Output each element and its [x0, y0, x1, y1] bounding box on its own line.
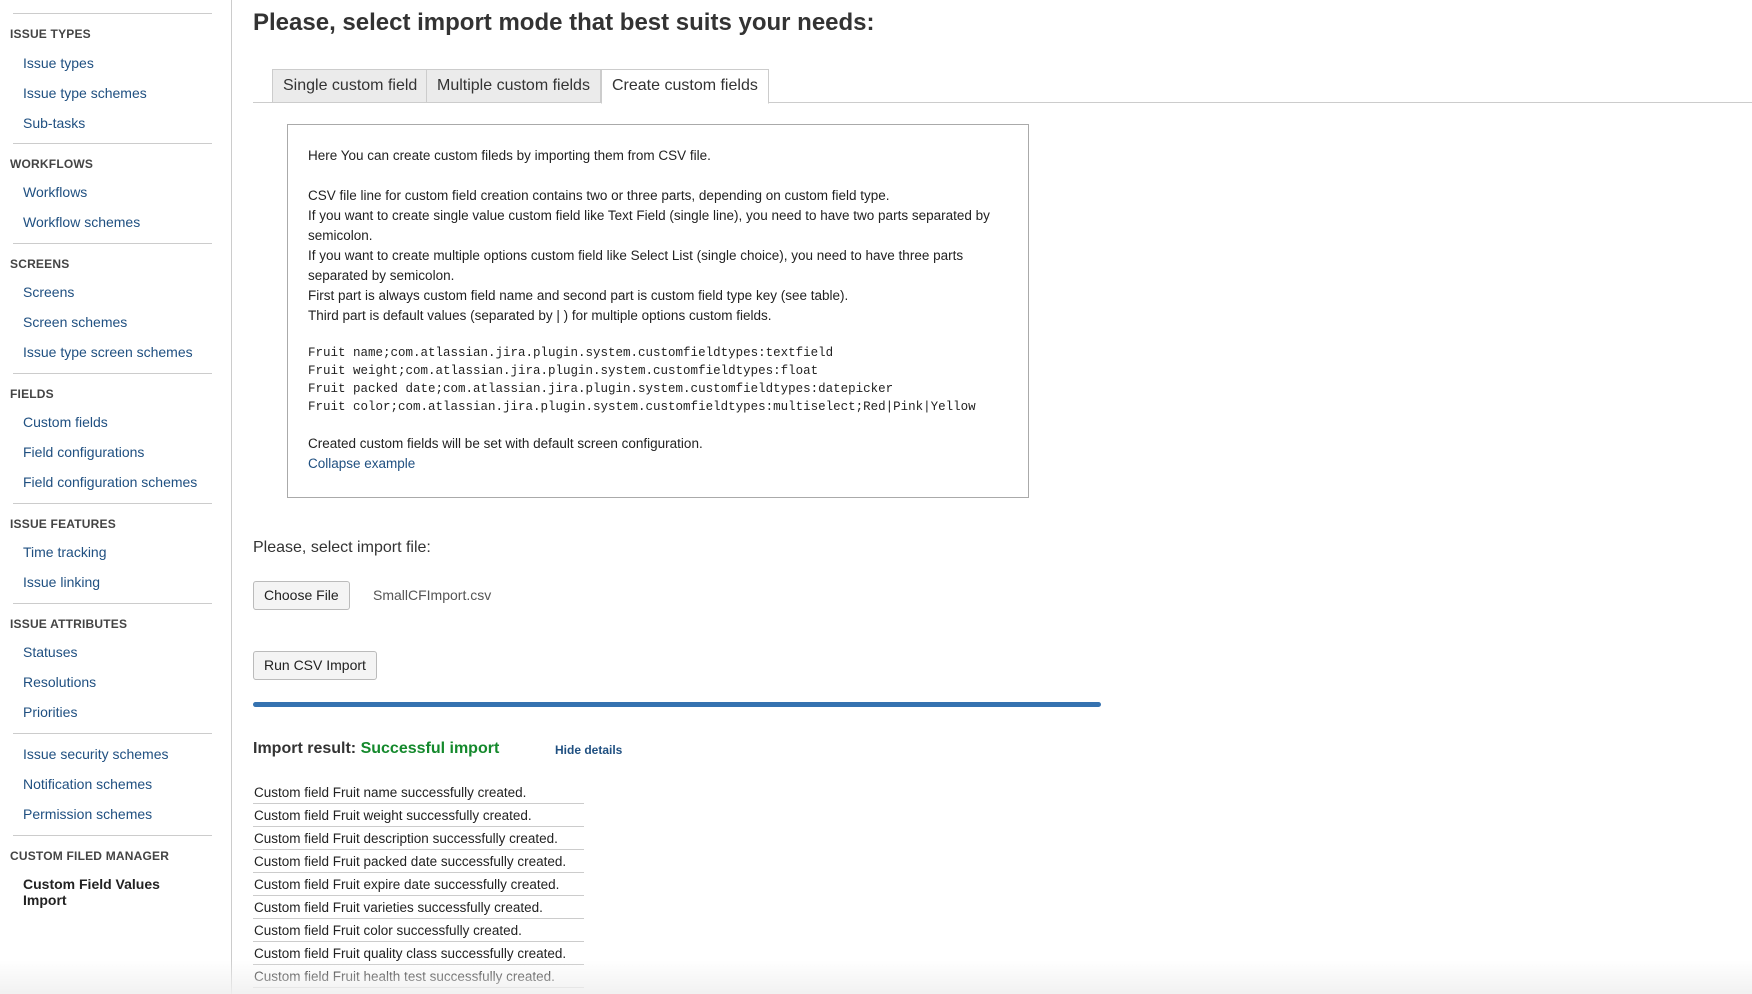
sidebar-divider	[13, 733, 212, 734]
result-message: Custom field Fruit health test successfu…	[253, 966, 584, 988]
sidebar-item-permission-schemes[interactable]: Permission schemes	[23, 806, 152, 822]
sidebar-item-issue-types[interactable]: Issue types	[23, 55, 94, 71]
code-line: Fruit weight;com.atlassian.jira.plugin.s…	[308, 364, 819, 378]
sidebar-heading-issue-features: ISSUE FEATURES	[10, 517, 116, 531]
run-csv-import-button[interactable]: Run CSV Import	[253, 651, 377, 680]
sidebar-heading-workflows: WORKFLOWS	[10, 157, 94, 171]
sidebar-item-custom-fields[interactable]: Custom fields	[23, 414, 108, 430]
result-message: Custom field Fruit weight successfully c…	[253, 805, 584, 827]
csv-example-code: Fruit name;com.atlassian.jira.plugin.sys…	[308, 344, 1008, 416]
sidebar-item-statuses[interactable]: Statuses	[23, 644, 77, 660]
import-result-list: Custom field Fruit name successfully cre…	[253, 782, 584, 989]
sidebar-top-divider	[13, 13, 212, 14]
sidebar-item-notification-schemes[interactable]: Notification schemes	[23, 776, 152, 792]
sidebar-item-screen-schemes[interactable]: Screen schemes	[23, 314, 127, 330]
instructions-footer: Created custom fields will be set with d…	[308, 436, 703, 451]
choose-file-button[interactable]: Choose File	[253, 581, 350, 610]
instructions-line: Third part is default values (separated …	[308, 308, 772, 323]
sidebar-divider	[13, 503, 212, 504]
admin-sidebar: ISSUE TYPES Issue types Issue type schem…	[0, 0, 232, 994]
tab-create-custom-fields[interactable]: Create custom fields	[601, 69, 769, 104]
sidebar-heading-fields: FIELDS	[10, 387, 54, 401]
import-progress-bar	[253, 702, 1101, 707]
code-line: Fruit color;com.atlassian.jira.plugin.sy…	[308, 400, 976, 414]
instructions-line: CSV file line for custom field creation …	[308, 188, 890, 203]
result-message: Custom field Fruit color successfully cr…	[253, 920, 584, 942]
result-message: Custom field Fruit name successfully cre…	[253, 782, 584, 804]
sidebar-heading-issue-types: ISSUE TYPES	[10, 27, 91, 41]
page-title: Please, select import mode that best sui…	[253, 9, 875, 36]
sidebar-divider	[13, 835, 212, 836]
instructions-line: First part is always custom field name a…	[308, 288, 849, 303]
sidebar-divider	[13, 143, 212, 144]
import-progress-fill	[253, 702, 1101, 707]
result-message: Custom field Fruit packed date successfu…	[253, 851, 584, 873]
sidebar-item-issue-linking[interactable]: Issue linking	[23, 574, 100, 590]
hide-details-link[interactable]: Hide details	[555, 743, 622, 757]
sidebar-item-sub-tasks[interactable]: Sub-tasks	[23, 115, 85, 131]
collapse-example-link[interactable]: Collapse example	[308, 456, 415, 471]
sidebar-heading-screens: SCREENS	[10, 257, 70, 271]
import-result-status: Successful import	[360, 740, 500, 757]
sidebar-item-workflows[interactable]: Workflows	[23, 184, 87, 200]
sidebar-item-resolutions[interactable]: Resolutions	[23, 674, 96, 690]
sidebar-item-time-tracking[interactable]: Time tracking	[23, 544, 107, 560]
sidebar-heading-custom-filed-manager: CUSTOM FILED MANAGER	[10, 849, 170, 863]
sidebar-item-issue-security-schemes[interactable]: Issue security schemes	[23, 746, 169, 762]
sidebar-heading-issue-attributes: ISSUE ATTRIBUTES	[10, 617, 128, 631]
sidebar-item-custom-field-values-import[interactable]: Custom Field Values Import	[23, 876, 173, 908]
result-message: Custom field Fruit description successfu…	[253, 828, 584, 850]
import-result: Import result: Successful import	[253, 740, 499, 758]
instructions-box: Here You can create custom fileds by imp…	[287, 124, 1029, 498]
instructions-line: If you want to create multiple options c…	[308, 248, 964, 283]
sidebar-divider	[13, 373, 212, 374]
sidebar-item-priorities[interactable]: Priorities	[23, 704, 77, 720]
code-line: Fruit packed date;com.atlassian.jira.plu…	[308, 382, 894, 396]
import-result-label: Import result:	[253, 740, 357, 757]
tab-multiple-custom-fields[interactable]: Multiple custom fields	[426, 69, 601, 103]
instructions-line: If you want to create single value custo…	[308, 208, 990, 243]
main-content: Please, select import mode that best sui…	[253, 0, 1752, 994]
tab-single-custom-field[interactable]: Single custom field	[272, 69, 429, 103]
result-message: Custom field Fruit expire date successfu…	[253, 874, 584, 896]
sidebar-item-issue-type-schemes[interactable]: Issue type schemes	[23, 85, 147, 101]
sidebar-item-screens[interactable]: Screens	[23, 284, 74, 300]
sidebar-item-field-configuration-schemes[interactable]: Field configuration schemes	[23, 474, 197, 490]
result-message: Custom field Fruit varieties successfull…	[253, 897, 584, 919]
sidebar-item-issue-type-screen-schemes[interactable]: Issue type screen schemes	[23, 344, 193, 360]
result-message: Custom field Fruit quality class success…	[253, 943, 584, 965]
page-root: ISSUE TYPES Issue types Issue type schem…	[0, 0, 1752, 994]
sidebar-divider	[13, 603, 212, 604]
sidebar-item-workflow-schemes[interactable]: Workflow schemes	[23, 214, 140, 230]
select-file-label: Please, select import file:	[253, 539, 431, 556]
selected-file-name: SmallCFImport.csv	[373, 587, 492, 603]
sidebar-divider	[13, 243, 212, 244]
sidebar-item-field-configurations[interactable]: Field configurations	[23, 444, 144, 460]
code-line: Fruit name;com.atlassian.jira.plugin.sys…	[308, 346, 834, 360]
instructions-intro: Here You can create custom fileds by imp…	[308, 148, 711, 163]
